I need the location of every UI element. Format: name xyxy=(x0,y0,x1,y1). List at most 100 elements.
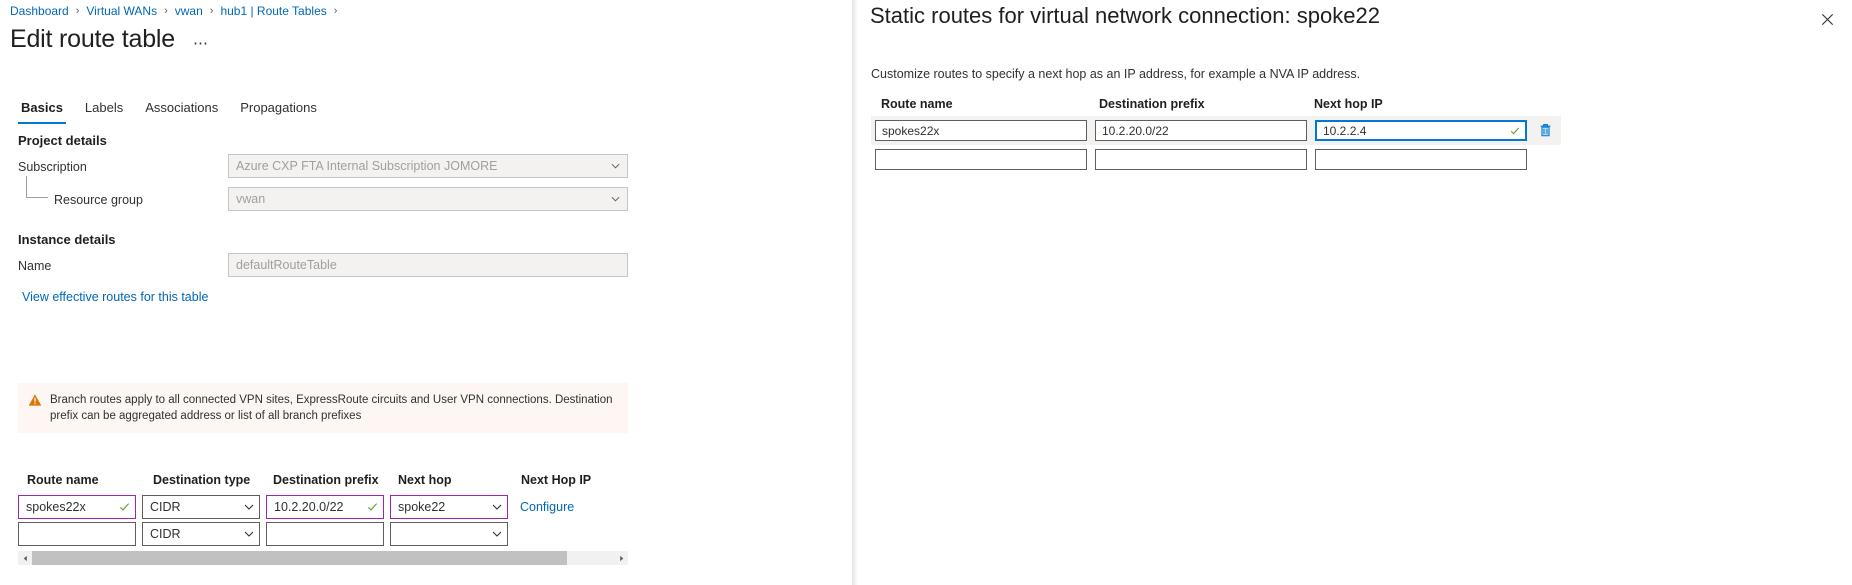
chevron-down-icon xyxy=(244,502,254,512)
static-next-hop-ip-input-row1[interactable]: 10.2.2.4 xyxy=(1315,120,1527,141)
subscription-label: Subscription xyxy=(18,160,87,174)
next-hop-ip-cell-row1: 10.2.2.4 xyxy=(1311,116,1560,145)
static-routes-grid-header: Route name Destination prefix Next hop I… xyxy=(871,92,1561,116)
route-name-input-row1[interactable]: spokes22x xyxy=(18,495,136,519)
subscription-value: Azure CXP FTA Internal Subscription JOMO… xyxy=(236,159,497,173)
azure-portal-screen: Dashboard › Virtual WANs › vwan › hub1 |… xyxy=(0,0,1852,585)
table-row: spokes22x 10.2.20.0/22 10.2.2.4 xyxy=(871,116,1561,145)
name-input[interactable]: defaultRouteTable xyxy=(228,253,628,277)
warning-text: Branch routes apply to all connected VPN… xyxy=(50,392,618,424)
destination-type-value-row2: CIDR xyxy=(150,527,181,541)
column-header-next-hop-ip: Next hop IP xyxy=(1305,97,1525,111)
route-name-input-row2[interactable] xyxy=(18,522,136,546)
destination-type-value-row1: CIDR xyxy=(150,500,181,514)
tab-labels[interactable]: Labels xyxy=(74,96,134,124)
static-destination-prefix-value-row1: 10.2.20.0/22 xyxy=(1102,124,1169,138)
static-destination-prefix-input-row1[interactable]: 10.2.20.0/22 xyxy=(1095,120,1307,141)
route-name-value-row1: spokes22x xyxy=(26,500,86,514)
column-header-destination-type: Destination type xyxy=(142,473,267,487)
instance-details-heading: Instance details xyxy=(18,232,116,247)
resource-group-value: vwan xyxy=(236,192,265,206)
breadcrumb-separator-icon: › xyxy=(76,5,80,17)
breadcrumb-separator-icon: › xyxy=(164,5,168,17)
name-label: Name xyxy=(18,259,51,273)
breadcrumb-separator-icon: › xyxy=(334,5,338,17)
breadcrumb-item-vwan[interactable]: vwan xyxy=(175,4,203,18)
project-details-heading: Project details xyxy=(18,133,107,148)
blade-tabs: Basics Labels Associations Propagations xyxy=(10,96,328,124)
column-header-next-hop-ip: Next Hop IP xyxy=(517,473,622,487)
page-title-row: Edit route table ⋯ xyxy=(10,25,213,54)
configure-next-hop-ip-link-row1[interactable]: Configure xyxy=(520,500,574,514)
table-row: CIDR xyxy=(18,520,628,547)
close-icon[interactable] xyxy=(1816,8,1838,30)
route-name-cell-row2 xyxy=(871,145,1091,174)
resource-group-label: Resource group xyxy=(54,193,143,207)
name-value: defaultRouteTable xyxy=(236,258,337,272)
trash-icon xyxy=(1538,123,1553,138)
column-header-destination-prefix: Destination prefix xyxy=(267,473,392,487)
static-next-hop-ip-input-row2[interactable] xyxy=(1315,149,1527,170)
table-row: spokes22x CIDR 10.2.20.0/22 xyxy=(18,493,628,520)
checkmark-icon xyxy=(1510,126,1520,136)
column-header-next-hop: Next hop xyxy=(392,473,517,487)
hierarchy-connector xyxy=(26,176,48,198)
destination-type-select-row2[interactable]: CIDR xyxy=(142,522,260,546)
destination-prefix-value-row1: 10.2.20.0/22 xyxy=(274,500,344,514)
next-hop-select-row2[interactable] xyxy=(390,522,508,546)
static-routes-description: Customize routes to specify a next hop a… xyxy=(871,67,1360,81)
checkmark-icon xyxy=(367,501,378,512)
scroll-right-arrow-icon[interactable] xyxy=(614,551,628,565)
next-hop-ip-cell-row2 xyxy=(1311,145,1531,174)
chevron-down-icon xyxy=(492,529,502,539)
tab-associations[interactable]: Associations xyxy=(134,96,229,124)
static-routes-panel: Static routes for virtual network connec… xyxy=(858,0,1852,585)
delete-route-button-row1[interactable] xyxy=(1534,120,1556,142)
destination-prefix-cell-row1: 10.2.20.0/22 xyxy=(1091,116,1311,145)
static-route-name-input-row1[interactable]: spokes22x xyxy=(875,120,1087,141)
static-route-name-value-row1: spokes22x xyxy=(882,124,939,138)
static-routes-panel-title: Static routes for virtual network connec… xyxy=(870,3,1380,29)
destination-prefix-input-row1[interactable]: 10.2.20.0/22 xyxy=(266,495,384,519)
static-routes-grid: Route name Destination prefix Next hop I… xyxy=(871,92,1561,174)
column-header-destination-prefix: Destination prefix xyxy=(1089,97,1305,111)
routes-grid: Route name Destination type Destination … xyxy=(18,466,628,547)
static-destination-prefix-input-row2[interactable] xyxy=(1095,149,1307,170)
next-hop-value-row1: spoke22 xyxy=(398,500,445,514)
page-title: Edit route table xyxy=(10,25,175,54)
subscription-select[interactable]: Azure CXP FTA Internal Subscription JOMO… xyxy=(228,154,628,178)
destination-prefix-input-row2[interactable] xyxy=(266,522,384,546)
breadcrumb-item-virtual-wans[interactable]: Virtual WANs xyxy=(86,4,157,18)
scrollbar-thumb[interactable] xyxy=(32,551,567,565)
breadcrumb-separator-icon: › xyxy=(210,5,214,17)
next-hop-select-row1[interactable]: spoke22 xyxy=(390,495,508,519)
static-next-hop-ip-value-row1: 10.2.2.4 xyxy=(1323,124,1366,138)
warning-triangle-icon xyxy=(28,393,42,407)
chevron-down-icon xyxy=(611,195,620,204)
breadcrumb-item-dashboard[interactable]: Dashboard xyxy=(10,4,69,18)
edit-route-table-blade: Dashboard › Virtual WANs › vwan › hub1 |… xyxy=(0,0,852,585)
chevron-down-icon xyxy=(244,529,254,539)
breadcrumb-item-hub1-route-tables[interactable]: hub1 | Route Tables xyxy=(220,4,326,18)
tab-basics[interactable]: Basics xyxy=(10,96,74,124)
tab-propagations[interactable]: Propagations xyxy=(229,96,328,124)
column-header-route-name: Route name xyxy=(871,97,1089,111)
breadcrumb: Dashboard › Virtual WANs › vwan › hub1 |… xyxy=(10,4,344,18)
scrollbar-track[interactable] xyxy=(32,551,614,565)
static-route-name-input-row2[interactable] xyxy=(875,149,1087,170)
column-header-route-name: Route name xyxy=(18,473,142,487)
more-actions-button[interactable]: ⋯ xyxy=(189,34,213,53)
view-effective-routes-link[interactable]: View effective routes for this table xyxy=(22,290,208,304)
chevron-down-icon xyxy=(611,162,620,171)
route-name-cell-row1: spokes22x xyxy=(871,116,1091,145)
destination-prefix-cell-row2 xyxy=(1091,145,1311,174)
table-row xyxy=(871,145,1561,174)
routes-grid-horizontal-scrollbar[interactable] xyxy=(18,551,628,565)
routes-grid-header: Route name Destination type Destination … xyxy=(18,466,628,493)
branch-routes-warning-banner: Branch routes apply to all connected VPN… xyxy=(18,383,628,433)
scroll-left-arrow-icon[interactable] xyxy=(18,551,32,565)
checkmark-icon xyxy=(119,501,130,512)
chevron-down-icon xyxy=(492,502,502,512)
resource-group-select[interactable]: vwan xyxy=(228,187,628,211)
destination-type-select-row1[interactable]: CIDR xyxy=(142,495,260,519)
